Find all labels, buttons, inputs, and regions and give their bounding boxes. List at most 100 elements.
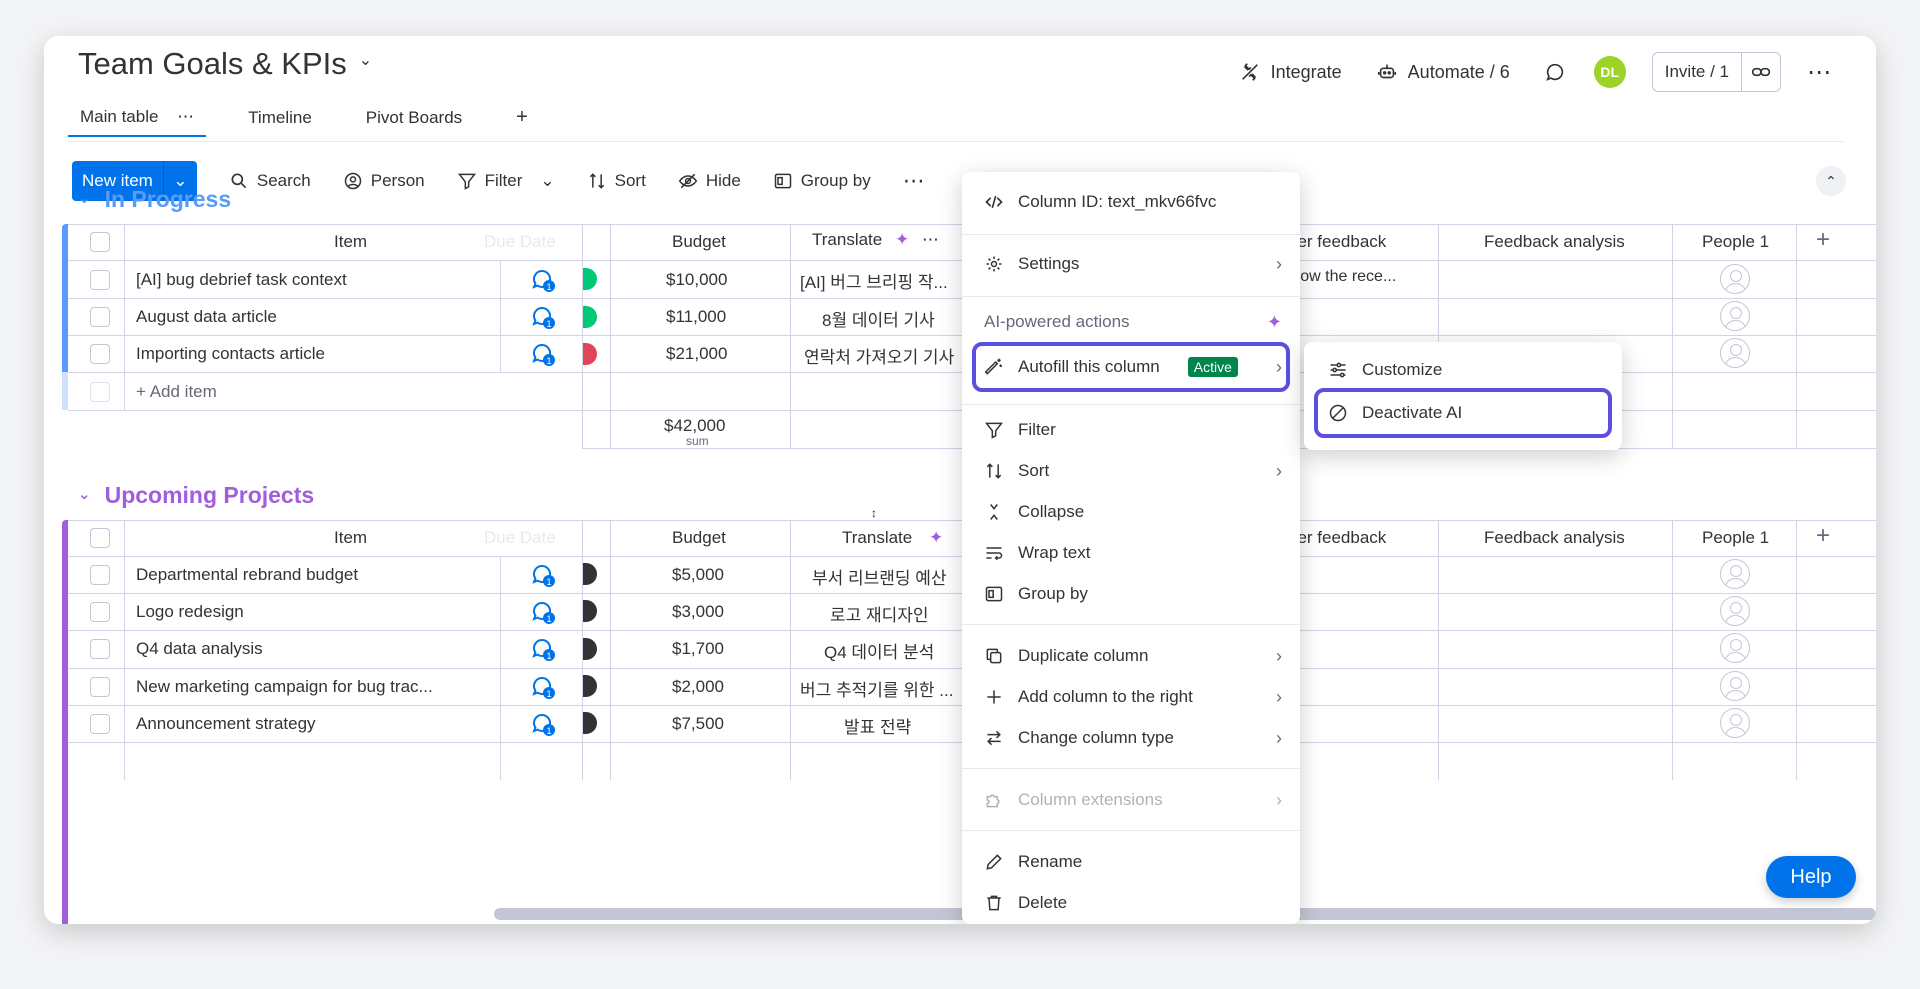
person-avatar-empty[interactable] (1720, 633, 1750, 663)
add-update-icon[interactable]: 1 (529, 561, 557, 589)
person-filter-button[interactable]: Person (343, 171, 425, 191)
chevron-down-icon[interactable]: ⌄ (78, 485, 91, 503)
menu-item-settings[interactable]: Settings › (962, 246, 1300, 282)
menu-item-column-id[interactable]: Column ID: text_mkv66fvc (962, 184, 1300, 220)
row-checkbox[interactable] (90, 270, 110, 290)
budget-value[interactable]: $21,000 (666, 344, 727, 364)
status-cell[interactable] (583, 638, 597, 660)
column-header-feedback-analysis[interactable]: Feedback analysis (1484, 528, 1625, 548)
budget-value[interactable]: $7,500 (672, 714, 724, 734)
updates-button[interactable] (1544, 61, 1566, 83)
tab-timeline[interactable]: Timeline (236, 108, 324, 136)
budget-value[interactable]: $5,000 (672, 565, 724, 585)
menu-item-customize[interactable]: Customize (1304, 352, 1622, 388)
add-column-button[interactable]: + (1816, 226, 1830, 254)
status-cell[interactable] (583, 600, 597, 622)
translate-value[interactable]: 로고 재디자인 (830, 601, 929, 626)
add-update-icon[interactable]: 1 (529, 673, 557, 701)
add-update-icon[interactable]: 1 (529, 303, 557, 331)
translate-value[interactable]: 발표 전략 (844, 713, 911, 738)
group-title-upcoming-projects[interactable]: ⌄ Upcoming Projects (78, 482, 314, 509)
column-header-feedback-analysis[interactable]: Feedback analysis (1484, 232, 1625, 252)
person-avatar-empty[interactable] (1720, 596, 1750, 626)
person-avatar-empty[interactable] (1720, 708, 1750, 738)
item-name[interactable]: Logo redesign (136, 602, 244, 622)
menu-item-group-by[interactable]: Group by (962, 576, 1300, 612)
column-header-budget[interactable]: Budget (672, 528, 726, 548)
menu-item-wrap-text[interactable]: Wrap text (962, 535, 1300, 571)
translate-value[interactable]: 8월 데이터 기사 (822, 306, 935, 331)
column-header-people[interactable]: People 1 (1702, 528, 1769, 548)
budget-value[interactable]: $10,000 (666, 270, 727, 290)
board-title[interactable]: Team Goals & KPIs ⌄ (78, 46, 372, 82)
chevron-down-icon[interactable]: ⌄ (78, 189, 91, 207)
person-avatar-empty[interactable] (1720, 671, 1750, 701)
row-checkbox[interactable] (90, 565, 110, 585)
item-name[interactable]: New marketing campaign for bug trac... (136, 677, 433, 697)
menu-item-collapse[interactable]: Collapse (962, 494, 1300, 530)
hide-button[interactable]: Hide (678, 171, 741, 191)
filter-button[interactable]: Filter ⌄ (457, 171, 555, 191)
row-checkbox[interactable] (90, 714, 110, 734)
translate-value[interactable]: 연락처 가져오기 기사 (804, 343, 954, 368)
tab-pivot-boards[interactable]: Pivot Boards (354, 108, 474, 136)
menu-item-deactivate-ai[interactable]: Deactivate AI (1304, 395, 1622, 431)
more-toolbar-icon[interactable]: ⋯ (903, 168, 925, 194)
add-view-button[interactable]: + (504, 106, 540, 137)
column-header-feedback[interactable]: ger feedback (1288, 528, 1386, 548)
menu-item-add-column-right[interactable]: Add column to the right › (962, 679, 1300, 715)
tab-main-table[interactable]: Main table ⋯ (68, 107, 207, 137)
menu-item-rename[interactable]: Rename (962, 844, 1300, 880)
status-cell[interactable] (583, 306, 597, 328)
person-avatar-empty[interactable] (1720, 264, 1750, 294)
search-button[interactable]: Search (229, 171, 311, 191)
row-checkbox[interactable] (90, 344, 110, 364)
row-checkbox[interactable] (90, 602, 110, 622)
column-options-icon[interactable]: ⋯ (922, 230, 939, 249)
more-options-icon[interactable]: ⋯ (1807, 58, 1832, 87)
invite-button[interactable]: Invite / 1 (1651, 52, 1781, 92)
item-name[interactable]: Importing contacts article (136, 344, 325, 364)
column-header-translate[interactable]: Translate ✦ (842, 528, 943, 548)
status-cell[interactable] (583, 563, 597, 585)
item-name[interactable]: Announcement strategy (136, 714, 316, 734)
add-update-icon[interactable]: 1 (529, 598, 557, 626)
row-checkbox[interactable] (90, 677, 110, 697)
column-header-due-date[interactable]: Due Date (484, 232, 556, 252)
collapse-header-icon[interactable]: ⌃ (1816, 166, 1846, 196)
group-by-button[interactable]: Group by (773, 171, 871, 191)
budget-value[interactable]: $2,000 (672, 677, 724, 697)
avatar[interactable]: DL (1593, 56, 1626, 88)
status-cell[interactable] (583, 712, 597, 734)
add-update-icon[interactable]: 1 (529, 635, 557, 663)
budget-value[interactable]: $11,000 (666, 307, 726, 327)
menu-item-delete[interactable]: Delete (962, 885, 1300, 921)
column-header-translate[interactable]: Translate ✦ ⋯ (812, 230, 939, 250)
item-name[interactable]: Departmental rebrand budget (136, 565, 358, 585)
column-header-item[interactable]: Item (334, 232, 367, 252)
column-header-due-date[interactable]: Due Date (484, 528, 556, 548)
add-update-icon[interactable]: 1 (529, 340, 557, 368)
add-update-icon[interactable]: 1 (529, 710, 557, 738)
add-column-button[interactable]: + (1816, 522, 1830, 550)
person-avatar-empty[interactable] (1720, 338, 1750, 368)
column-header-item[interactable]: Item (334, 528, 367, 548)
item-name[interactable]: [AI] bug debrief task context (136, 270, 347, 290)
item-name[interactable]: Q4 data analysis (136, 639, 263, 659)
group-title-in-progress[interactable]: ⌄ In Progress (78, 186, 231, 213)
column-resize-handle-icon[interactable]: ↕ (871, 506, 877, 520)
menu-item-duplicate-column[interactable]: Duplicate column › (962, 638, 1300, 674)
budget-value[interactable]: $1,700 (672, 639, 724, 659)
item-name[interactable]: August data article (136, 307, 277, 327)
select-all-checkbox[interactable] (90, 232, 110, 252)
help-button[interactable]: Help (1766, 856, 1856, 898)
menu-item-filter[interactable]: Filter (962, 412, 1300, 448)
menu-item-change-column-type[interactable]: Change column type › (962, 720, 1300, 756)
column-header-feedback[interactable]: ger feedback (1288, 232, 1386, 252)
person-avatar-empty[interactable] (1720, 559, 1750, 589)
translate-value[interactable]: [AI] 버그 브리핑 작... (800, 268, 948, 293)
chevron-down-icon[interactable]: ⌄ (540, 171, 554, 191)
link-icon[interactable] (1742, 62, 1780, 82)
column-header-people[interactable]: People 1 (1702, 232, 1769, 252)
status-cell[interactable] (583, 343, 597, 365)
